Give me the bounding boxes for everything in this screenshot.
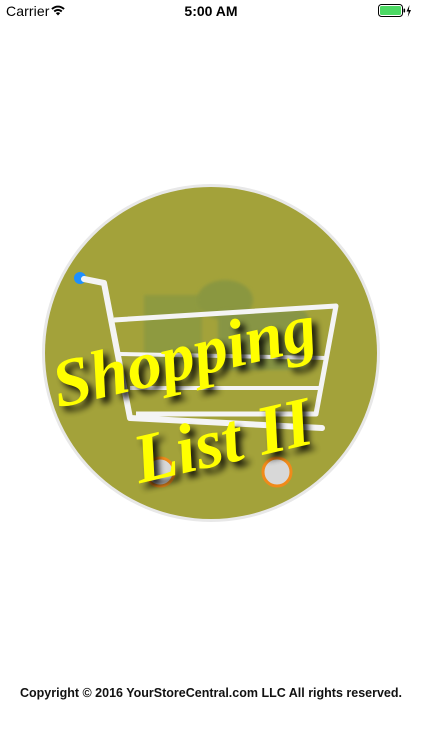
battery-icon [378,4,411,17]
app-logo: Shopping List II Shopping List II [40,182,382,524]
status-bar: Carrier 5:00 AM [0,0,422,22]
copyright-text: Copyright © 2016 YourStoreCentral.com LL… [20,686,402,700]
charging-bolt-icon [406,5,411,17]
status-time: 5:00 AM [184,3,238,19]
logo-graphic: Shopping List II Shopping List II [42,184,380,522]
